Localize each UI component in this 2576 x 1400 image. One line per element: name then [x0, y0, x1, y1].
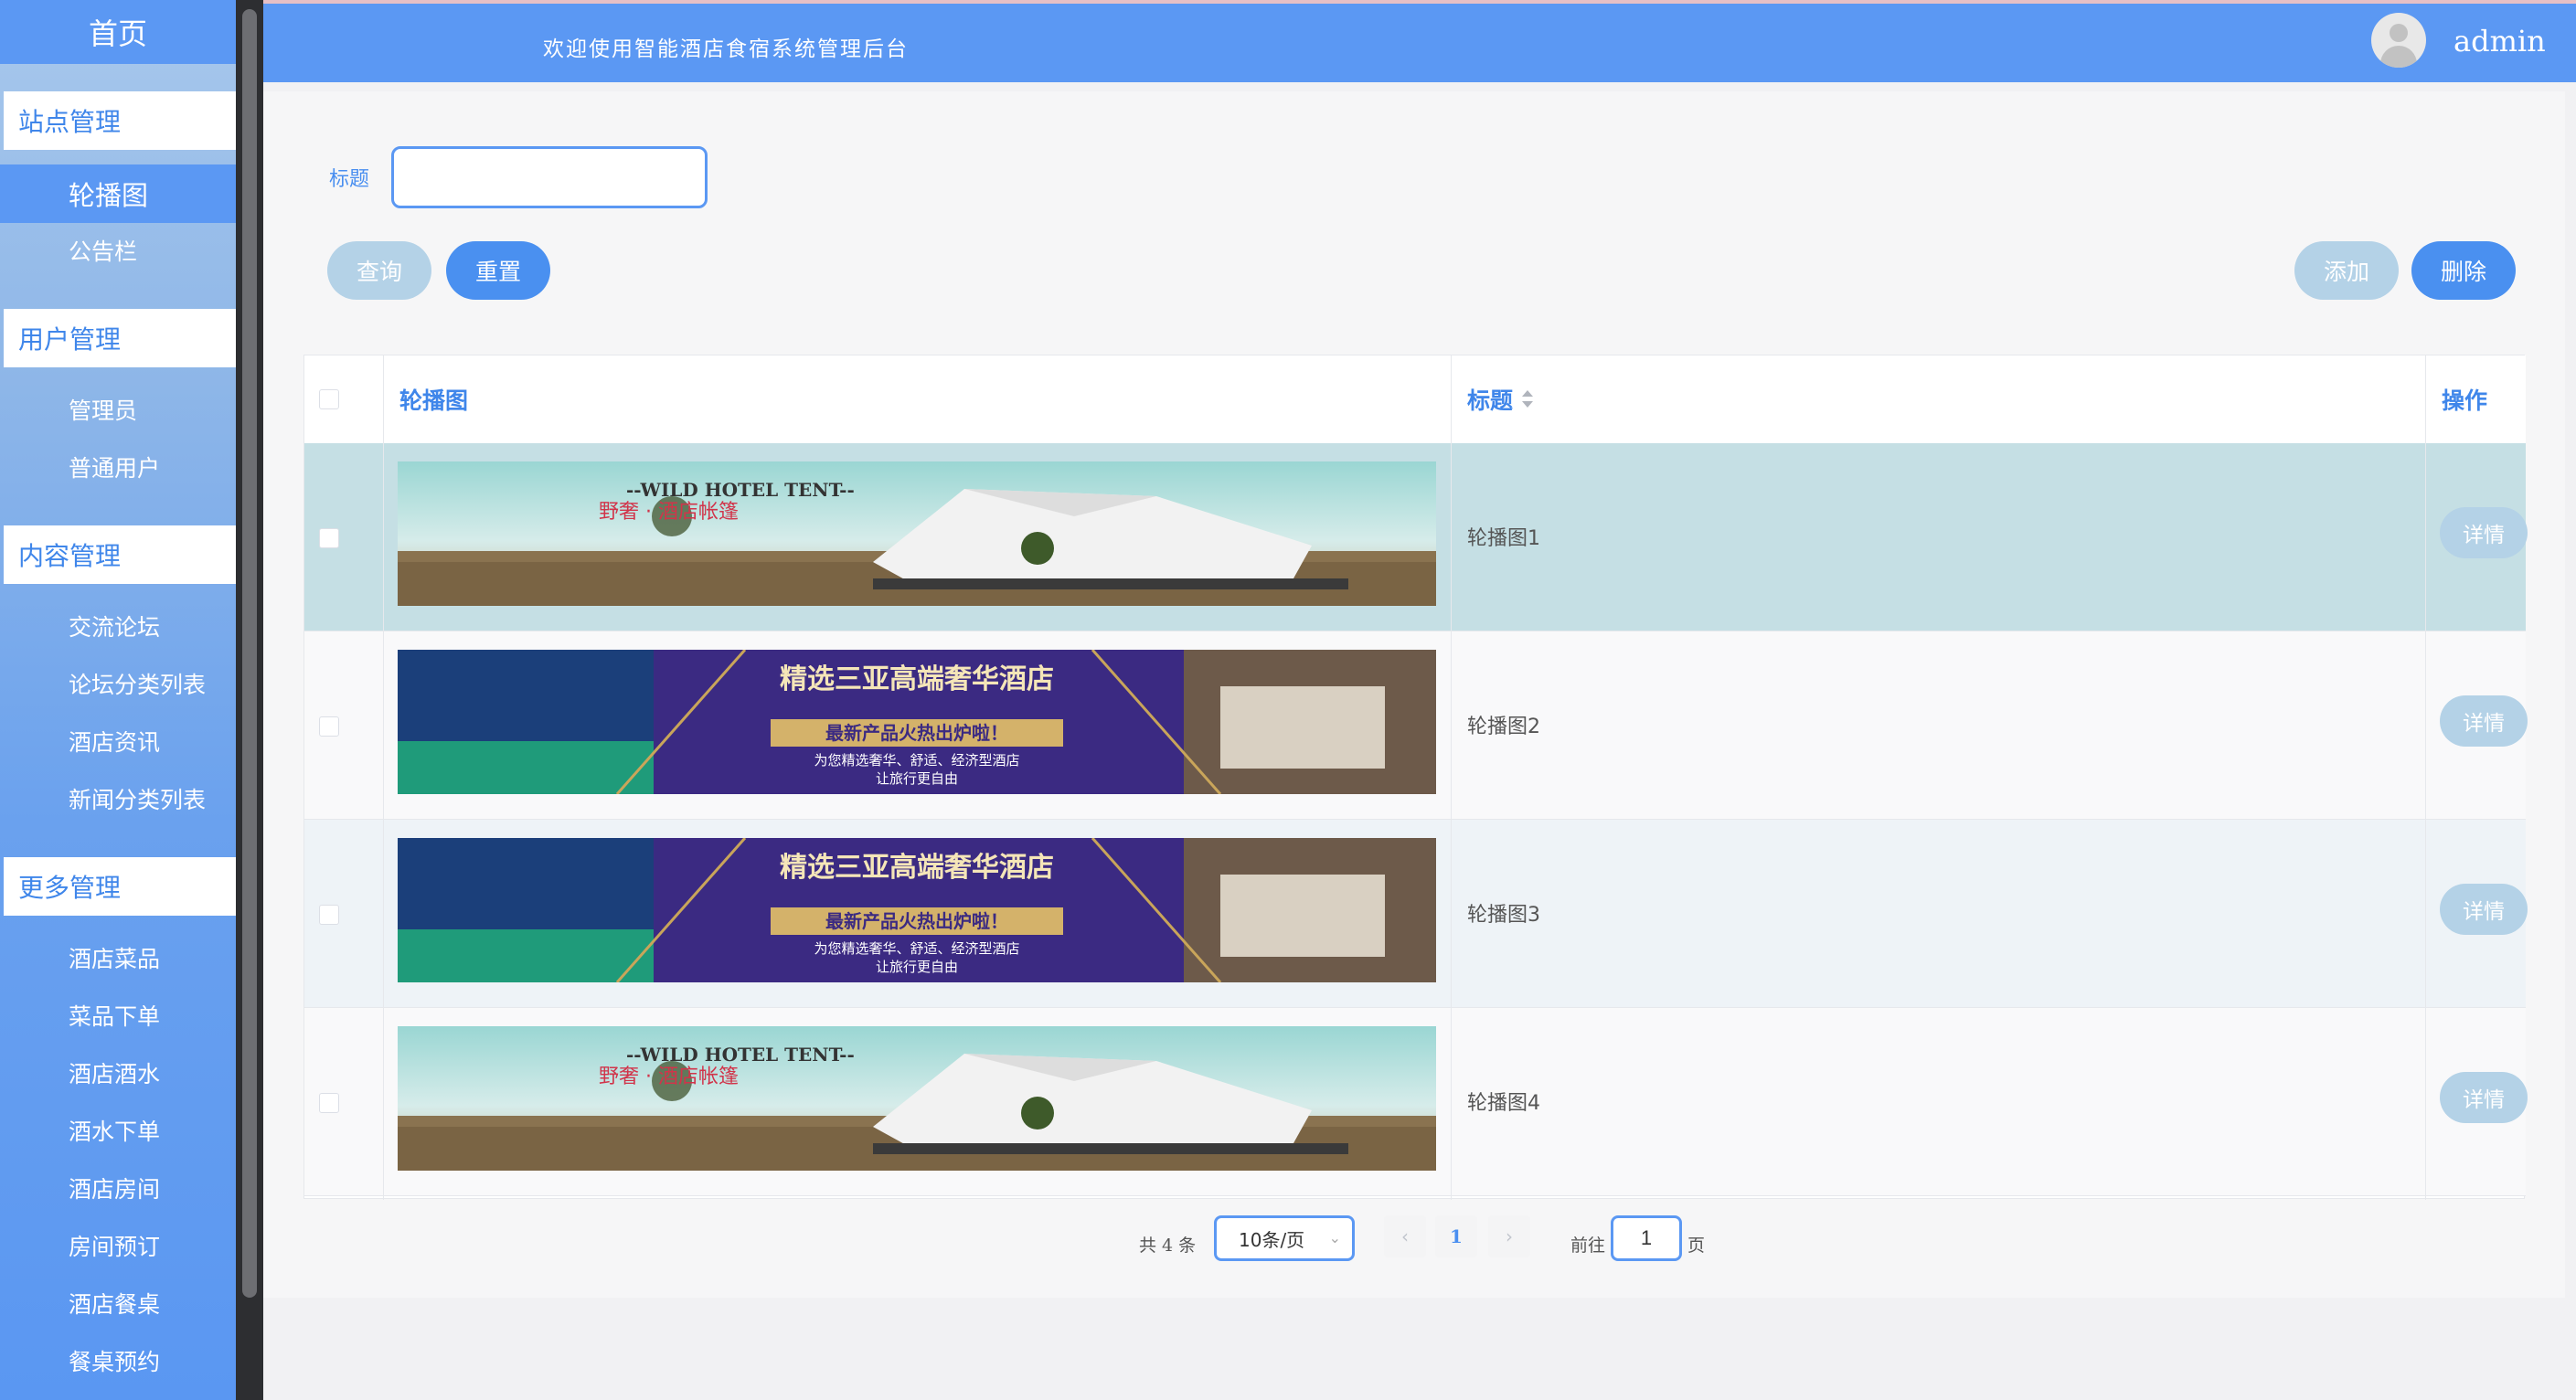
- chevron-down-icon: ⌄: [1328, 1229, 1341, 1246]
- banner-text-line2: 野奢 · 酒店帐篷: [599, 1066, 739, 1088]
- table-row[interactable]: --WILD HOTEL TENT-- 野奢 · 酒店帐篷 轮播图1 详情: [304, 443, 2528, 631]
- sidebar-item-dishes[interactable]: 酒店菜品: [0, 930, 236, 985]
- sidebar-group-site[interactable]: 站点管理: [4, 91, 236, 150]
- goto-suffix: 页: [1687, 1236, 1706, 1256]
- add-button[interactable]: 添加: [2294, 241, 2399, 300]
- prev-page-icon[interactable]: ‹: [1384, 1215, 1426, 1257]
- pagination-total: 共 4 条: [1139, 1236, 1197, 1256]
- sidebar-item-tables[interactable]: 酒店餐桌: [0, 1276, 236, 1331]
- sidebar-scrollbar-thumb[interactable]: [242, 9, 257, 1298]
- banner-image-sanya: 精选三亚高端奢华酒店 最新产品火热出炉啦！ 为您精选奢华、舒适、经济型酒店 让旅…: [398, 650, 1436, 794]
- sidebar-item-dish-orders[interactable]: 菜品下单: [0, 988, 236, 1043]
- goto-page-input[interactable]: [1611, 1215, 1682, 1261]
- banner-text-line1: 精选三亚高端奢华酒店: [780, 852, 1054, 884]
- next-page-icon[interactable]: ›: [1488, 1215, 1530, 1257]
- banner-text-line3: 为您精选奢华、舒适、经济型酒店: [814, 940, 1019, 957]
- banner-image-sanya: 精选三亚高端奢华酒店 最新产品火热出炉啦！ 为您精选奢华、舒适、经济型酒店 让旅…: [398, 838, 1436, 982]
- sidebar-item-news-category[interactable]: 新闻分类列表: [0, 771, 236, 826]
- sidebar: 首页 站点管理 轮播图 公告栏 用户管理 管理员 普通用户 内容管理 交流论坛 …: [0, 0, 236, 1400]
- sidebar-group-more[interactable]: 更多管理: [4, 857, 236, 916]
- banner-text-line4: 让旅行更自由: [876, 770, 958, 787]
- pagination: 共 4 条 10条/页 ⌄ ‹ 1 › 前往 页: [263, 1215, 2565, 1270]
- sidebar-item-notice[interactable]: 公告栏: [0, 223, 236, 278]
- select-all-checkbox[interactable]: [319, 389, 339, 409]
- page-size-value: 10条/页: [1239, 1228, 1305, 1251]
- sidebar-item-room-booking[interactable]: 房间预订: [0, 1218, 236, 1273]
- table-header: 轮播图 标题 操作: [304, 355, 2526, 444]
- page-size-select[interactable]: 10条/页 ⌄: [1214, 1215, 1355, 1261]
- banner-text-line2: 最新产品火热出炉啦！: [825, 910, 1008, 932]
- table-row[interactable]: 精选三亚高端奢华酒店 最新产品火热出炉啦！ 为您精选奢华、舒适、经济型酒店 让旅…: [304, 631, 2528, 820]
- avatar-head: [2390, 24, 2408, 42]
- banner-text-line4: 让旅行更自由: [876, 959, 958, 975]
- table-row[interactable]: --WILD HOTEL TENT-- 野奢 · 酒店帐篷 轮播图4 详情: [304, 1008, 2528, 1196]
- column-divider: [2425, 355, 2426, 1200]
- row-checkbox[interactable]: [319, 1093, 339, 1113]
- row-title: 轮播图3: [1467, 904, 1540, 927]
- column-divider: [1451, 355, 1452, 1200]
- header-username[interactable]: admin: [2454, 24, 2546, 58]
- row-checkbox[interactable]: [319, 905, 339, 925]
- sidebar-item-table-booking[interactable]: 餐桌预约: [0, 1333, 236, 1388]
- sidebar-item-forum[interactable]: 交流论坛: [0, 599, 236, 653]
- sidebar-group-users[interactable]: 用户管理: [4, 309, 236, 367]
- banner-text-line2: 最新产品火热出炉啦！: [825, 722, 1008, 744]
- user-avatar-icon[interactable]: [2371, 13, 2426, 68]
- detail-button[interactable]: 详情: [2440, 695, 2528, 747]
- sidebar-item-carousel[interactable]: 轮播图: [0, 164, 236, 223]
- banner-image-tent: --WILD HOTEL TENT-- 野奢 · 酒店帐篷: [398, 1026, 1436, 1171]
- detail-button[interactable]: 详情: [2440, 884, 2528, 935]
- column-header-actions: 操作: [2442, 387, 2488, 414]
- column-header-image: 轮播图: [399, 387, 469, 414]
- banner-image-tent: --WILD HOTEL TENT-- 野奢 · 酒店帐篷: [398, 461, 1436, 606]
- sidebar-home[interactable]: 首页: [0, 0, 236, 64]
- top-header: 欢迎使用智能酒店食宿系统管理后台 admin: [263, 0, 2576, 82]
- detail-button[interactable]: 详情: [2440, 507, 2528, 558]
- column-header-title[interactable]: 标题: [1467, 355, 1534, 443]
- avatar-body: [2380, 46, 2417, 68]
- banner-text-line3: 为您精选奢华、舒适、经济型酒店: [814, 752, 1019, 769]
- sidebar-item-normal-user[interactable]: 普通用户: [0, 440, 236, 494]
- reset-button[interactable]: 重置: [446, 241, 550, 300]
- row-title: 轮播图2: [1467, 716, 1540, 738]
- goto-label: 前往: [1570, 1236, 1606, 1256]
- banner-text-line1: 精选三亚高端奢华酒店: [780, 663, 1054, 695]
- page-number[interactable]: 1: [1435, 1215, 1477, 1257]
- search-title-input[interactable]: [391, 146, 708, 208]
- banner-text-line1: --WILD HOTEL TENT--: [626, 1044, 855, 1066]
- sidebar-item-hotel-news[interactable]: 酒店资讯: [0, 714, 236, 769]
- sidebar-group-content[interactable]: 内容管理: [4, 525, 236, 584]
- banner-text-line2: 野奢 · 酒店帐篷: [599, 501, 739, 524]
- query-button[interactable]: 查询: [327, 241, 431, 300]
- search-title-label: 标题: [329, 168, 370, 191]
- sidebar-item-drink-orders[interactable]: 酒水下单: [0, 1103, 236, 1158]
- table-row[interactable]: 精选三亚高端奢华酒店 最新产品火热出炉啦！ 为您精选奢华、舒适、经济型酒店 让旅…: [304, 820, 2528, 1008]
- header-title: 欢迎使用智能酒店食宿系统管理后台: [543, 37, 909, 61]
- delete-button[interactable]: 删除: [2411, 241, 2516, 300]
- column-header-title-label: 标题: [1467, 387, 1514, 414]
- sidebar-item-drinks[interactable]: 酒店酒水: [0, 1045, 236, 1100]
- row-checkbox[interactable]: [319, 716, 339, 737]
- row-title: 轮播图1: [1467, 527, 1540, 550]
- main-content: 标题 查询 重置 添加 删除 轮播图 标题 操作 --WILD HOTEL TE…: [263, 91, 2565, 1298]
- carousel-table: 轮播图 标题 操作 --WILD HOTEL TENT-- 野奢 · 酒店帐篷 …: [303, 355, 2528, 1200]
- sidebar-item-rooms[interactable]: 酒店房间: [0, 1161, 236, 1215]
- sort-icon[interactable]: [1522, 388, 1534, 410]
- sidebar-item-admin[interactable]: 管理员: [0, 382, 236, 437]
- detail-button[interactable]: 详情: [2440, 1072, 2528, 1123]
- banner-text-line1: --WILD HOTEL TENT--: [626, 479, 855, 501]
- column-divider: [383, 355, 384, 1200]
- row-title: 轮播图4: [1467, 1092, 1540, 1115]
- sidebar-item-forum-category[interactable]: 论坛分类列表: [0, 656, 236, 711]
- row-checkbox[interactable]: [319, 528, 339, 548]
